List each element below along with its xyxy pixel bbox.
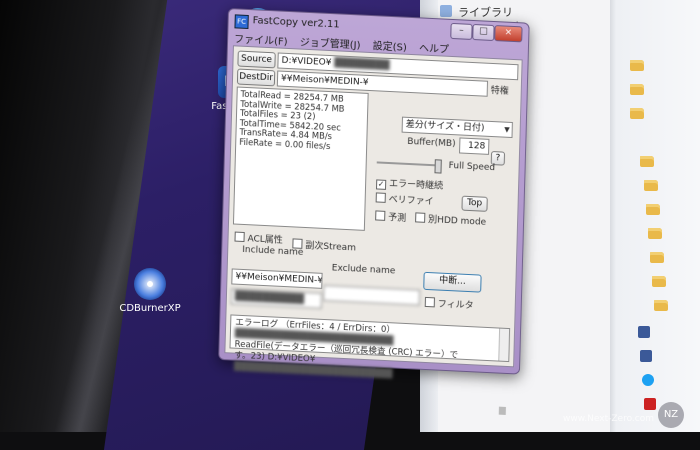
error-log-panel[interactable]: エラーログ （ErrFiles：4 / ErrDirs：0） █████████… <box>229 314 511 415</box>
source-path-text: D:¥VIDEO¥ <box>281 55 332 69</box>
source-list-field[interactable]: ██████████ <box>230 288 323 309</box>
fastcopy-window: FC FastCopy ver2.11 – □ × ファイル(F) ジョブ管理(… <box>218 8 530 415</box>
close-button[interactable]: × <box>494 25 523 43</box>
desktop-icon-cdburnerxp[interactable]: CDBurnerXP <box>110 268 190 314</box>
folder-icon <box>644 180 658 191</box>
verify-checkbox[interactable]: ベリファイ <box>375 191 434 207</box>
stats-panel: TotalRead = 28254.7 MB TotalWrite = 2825… <box>232 86 369 231</box>
buffer-label: Buffer(MB) <box>407 136 456 150</box>
source-path-obscured: ████████ <box>331 58 390 71</box>
window-title: FastCopy ver2.11 <box>252 15 340 31</box>
exclude-name-label: Exclude name <box>331 263 396 277</box>
privilege-label: 特権 <box>490 85 509 97</box>
include-name-field[interactable]: ¥¥Meison¥MEDIN-¥ <box>231 268 323 289</box>
fastcopy-window-frame: FC FastCopy ver2.11 – □ × ファイル(F) ジョブ管理(… <box>218 8 534 415</box>
watermark-badge-icon: NZ <box>658 402 684 428</box>
speed-slider-thumb[interactable] <box>434 159 442 174</box>
folder-icon <box>654 300 668 311</box>
copy-mode-select[interactable]: 差分(サイズ・日付) ▼ <box>401 116 513 139</box>
stop-button[interactable]: 中断... <box>423 271 482 293</box>
log-scrollbar[interactable] <box>498 328 510 415</box>
folder-icon <box>630 60 644 71</box>
check-icon: ✓ <box>375 179 387 190</box>
estimate-checkbox[interactable]: 予測 <box>375 209 406 224</box>
top-button[interactable]: Top <box>461 195 488 212</box>
destdir-button[interactable]: DestDir <box>236 68 276 87</box>
full-speed-label: Full Speed <box>448 160 496 174</box>
folder-icon <box>630 84 644 95</box>
filter-checkbox[interactable]: フィルタ <box>424 296 474 311</box>
source-button[interactable]: Source <box>237 50 276 69</box>
chevron-down-icon: ▼ <box>504 125 510 134</box>
other-hdd-checkbox[interactable]: 別HDD mode <box>415 211 486 228</box>
folder-icon <box>648 228 662 239</box>
error-log-title: エラーログ <box>235 317 279 330</box>
facebook-icon <box>638 326 650 338</box>
facebook-icon <box>640 350 652 362</box>
cdburnerxp-icon <box>134 268 166 300</box>
maximize-button[interactable]: □ <box>472 23 495 42</box>
navigation-pane <box>610 0 700 432</box>
exclude-name-field[interactable] <box>322 284 421 306</box>
buffer-size-field[interactable]: 128 <box>459 137 490 155</box>
watermark: www.Next-Zero.com <box>563 414 654 424</box>
scrollbar-thumb[interactable] <box>498 406 506 415</box>
error-continue-checkbox[interactable]: ✓ エラー時継続 <box>375 175 443 192</box>
include-name-value: ¥¥Meison¥MEDIN-¥ <box>235 271 323 286</box>
acl-checkbox[interactable]: ACL属性 <box>234 231 283 246</box>
rakuten-icon <box>644 398 656 410</box>
twitter-icon <box>642 374 654 386</box>
folder-icon <box>640 156 654 167</box>
folder-icon <box>646 204 660 215</box>
folder-icon <box>650 252 664 263</box>
app-icon: FC <box>234 14 249 30</box>
minimize-button[interactable]: – <box>450 22 473 40</box>
client-area: Source D:¥VIDEO¥ ████████ DestDir ¥¥Meis… <box>224 45 523 415</box>
folder-icon <box>630 108 644 119</box>
include-name-label: Include name <box>242 244 304 258</box>
destdir-path-text: ¥¥Meison¥MEDIN-¥ <box>280 73 369 88</box>
folder-icon <box>652 276 666 287</box>
copy-mode-value: 差分(サイズ・日付) <box>405 119 485 134</box>
speed-slider-track[interactable] <box>376 161 441 167</box>
